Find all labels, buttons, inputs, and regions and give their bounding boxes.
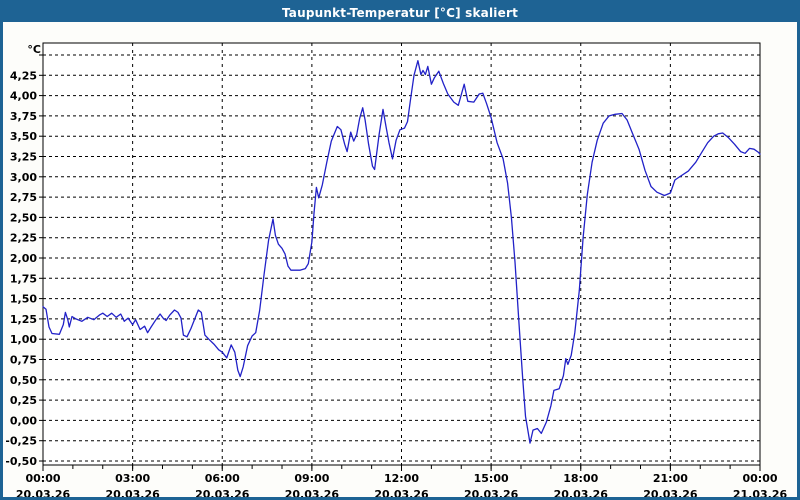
x-date-label: 20.03.26 bbox=[464, 488, 519, 500]
y-tick-label: 2,50 bbox=[10, 211, 37, 224]
y-tick-label: 1,50 bbox=[10, 293, 37, 306]
chart-area: 4,25 4,00 3,75 3,50 3,25 3,00 2,75 2,50 2,25 2,00… bbox=[5, 25, 797, 500]
x-date-label: 20.03.26 bbox=[554, 488, 609, 500]
x-date-label: 20.03.26 bbox=[374, 488, 429, 500]
y-tick-label: 3,50 bbox=[10, 130, 37, 143]
x-date-label: 20.03.26 bbox=[285, 488, 340, 500]
y-tick-label: 1,25 bbox=[10, 313, 37, 326]
y-tick-label: 3,25 bbox=[10, 151, 37, 164]
y-tick-label: 2,00 bbox=[10, 252, 37, 265]
chart-window: Taupunkt-Temperatur [°C] skaliert 4,25 4,… bbox=[0, 0, 800, 500]
x-time-label: 12:00 bbox=[384, 472, 419, 485]
y-tick-label: 0,75 bbox=[10, 354, 37, 367]
y-tick-label: 3,00 bbox=[10, 171, 37, 184]
y-tick-label: -0,50 bbox=[6, 455, 37, 468]
x-date-label: 20.03.26 bbox=[105, 488, 160, 500]
y-tick-label: -0,25 bbox=[6, 435, 37, 448]
x-time-label: 15:00 bbox=[474, 472, 509, 485]
window-titlebar: Taupunkt-Temperatur [°C] skaliert bbox=[3, 3, 797, 22]
x-time-label: 00:00 bbox=[742, 472, 777, 485]
x-time-label: 21:00 bbox=[653, 472, 688, 485]
y-tick-label: 0,00 bbox=[10, 414, 37, 427]
x-date-label: 20.03.26 bbox=[195, 488, 250, 500]
y-tick-label: 3,75 bbox=[10, 110, 37, 123]
y-tick-label: 2,75 bbox=[10, 191, 37, 204]
y-tick-label: 4,00 bbox=[10, 90, 37, 103]
x-time-label: 03:00 bbox=[115, 472, 150, 485]
x-date-label: 20.03.26 bbox=[16, 488, 71, 500]
x-date-label: 21.03.26 bbox=[733, 488, 788, 500]
y-tick-label: 2,25 bbox=[10, 232, 37, 245]
x-date-label: 20.03.26 bbox=[643, 488, 698, 500]
y-tick-label: 0,25 bbox=[10, 394, 37, 407]
x-time-label: 00:00 bbox=[25, 472, 60, 485]
y-tick-label: 1,75 bbox=[10, 272, 37, 285]
x-time-label: 18:00 bbox=[563, 472, 598, 485]
line-chart: 4,25 4,00 3,75 3,50 3,25 3,00 2,75 2,50 2,25 2,00… bbox=[5, 25, 797, 500]
y-tick-label: 0,50 bbox=[10, 374, 37, 387]
x-time-label: 06:00 bbox=[205, 472, 240, 485]
window-title: Taupunkt-Temperatur [°C] skaliert bbox=[281, 5, 519, 20]
y-tick-label: 1,00 bbox=[10, 333, 37, 346]
x-time-label: 09:00 bbox=[294, 472, 329, 485]
y-axis-unit-label: °C bbox=[27, 43, 41, 56]
y-tick-label: 4,25 bbox=[10, 69, 37, 82]
